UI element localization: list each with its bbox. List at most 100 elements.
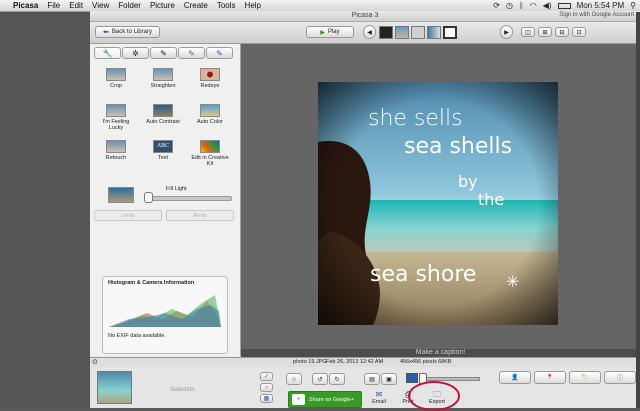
edit-panel: 🔧 ✲ ✎ ✎ ✎ Crop Straighten Redeye I'm Fee… [90,44,241,356]
hold-button[interactable]: ✓ [260,372,273,381]
tab-effects-3[interactable]: ✎ [206,47,233,59]
rotate-right-button[interactable]: ↻ [329,373,345,385]
spotlight-icon[interactable]: ⚲ [630,1,636,10]
zoom-small-icon [406,373,418,383]
retouch-tool[interactable]: Retouch [96,140,136,161]
menu-picture[interactable]: Picture [150,1,175,10]
share-label: Share on Google+ [309,396,354,403]
wrench-icon: 🔧 [102,48,113,58]
filmstrip-thumb-1[interactable] [379,26,393,39]
window-title: Picasa 3 [351,12,379,19]
feeling-lucky-icon [106,104,126,117]
fill-light-thumb [108,187,134,203]
frames-button[interactable]: ▣ [381,373,397,385]
email-button[interactable]: ✉ Email [368,391,390,406]
tab-effects[interactable]: ✎ [150,47,177,59]
menu-help[interactable]: Help [245,1,261,10]
pencil-green-icon: ✎ [188,48,195,58]
brush-icon: ✎ [160,48,167,58]
undo-button[interactable]: Undo [94,210,162,221]
crop-tool[interactable]: Crop [96,68,136,89]
desktop-background [0,12,90,408]
menu-view[interactable]: View [92,1,109,10]
straighten-icon [153,68,173,81]
tab-basic-fixes[interactable]: 🔧 [94,47,121,59]
title-bar: Picasa 3 Sign in with Google Account [90,11,640,22]
star-button[interactable]: ☆ [286,373,302,385]
bluetooth-icon[interactable]: ᛒ [519,1,524,10]
photo-tray: Selection ✓ ○ ▦ ☆ ↺ ↻ ▤ ▣ 👤 📍 🏷 ⓘ + Shar… [90,367,640,411]
properties-button[interactable]: ⓘ [604,371,636,384]
rotate-left-button[interactable]: ↺ [312,373,328,385]
redeye-label: Redeye [200,83,220,89]
view-compare-button[interactable]: ⊞ [538,27,552,37]
info-filename: photo 19.JPG [293,359,327,365]
sign-in-link[interactable]: Sign in with Google Account [559,12,634,18]
tab-tuning[interactable]: ✲ [122,47,149,59]
redo-button[interactable]: Redo [166,210,234,221]
info-toggle-icon[interactable]: ⊙ [92,358,98,366]
battery-icon[interactable] [557,2,571,9]
filmstrip-thumb-4[interactable] [427,26,441,39]
back-to-library-button[interactable]: ⬅ Back to Library [95,26,160,38]
previous-photo-button[interactable]: ◀ [363,25,376,39]
text-abc-icon: ABC [153,140,173,153]
retouch-label: Retouch [105,155,127,161]
fill-light-slider-track[interactable] [145,196,232,201]
info-size: 68KB [438,359,452,365]
view-zoom-button[interactable]: ⊡ [572,27,586,37]
wifi-icon[interactable]: ◠ [530,1,537,10]
play-label: Play [327,29,340,35]
back-to-library-label: Back to Library [111,29,152,35]
text-tool[interactable]: ABC Text [143,140,183,161]
filmstrip-thumb-3[interactable] [411,26,425,39]
exif-text: No EXIF data available. [108,333,166,339]
creative-kit-label: Edit in Creative Kit [191,155,229,167]
play-icon: ▶ [320,29,325,36]
sun-icon: ✲ [132,48,139,58]
menu-folder[interactable]: Folder [118,1,141,10]
fill-light-label: Fill Light [166,186,187,192]
album-button[interactable]: ▦ [260,394,273,403]
straighten-tool[interactable]: Straighten [143,68,183,89]
view-split-button[interactable]: ⊟ [555,27,569,37]
film-button[interactable]: ▤ [364,373,380,385]
share-google-plus-button[interactable]: + Share on Google+ [288,391,362,408]
places-button[interactable]: 📍 [534,371,566,384]
photo-text-line4: the [478,190,505,209]
view-single-button[interactable]: ◫ [521,27,535,37]
tab-effects-2[interactable]: ✎ [178,47,205,59]
sync-icon[interactable]: ⟳ [493,1,500,10]
filmstrip-thumb-5[interactable] [443,26,457,39]
menu-app-name[interactable]: Picasa [13,1,38,10]
menu-edit[interactable]: Edit [69,1,83,10]
histogram-chart [109,295,221,327]
menu-create[interactable]: Create [184,1,208,10]
menu-clock[interactable]: Mon 5:54 PM [577,1,625,10]
tags-button[interactable]: 🏷 [569,371,601,384]
redeye-tool[interactable]: Redeye [190,68,230,89]
tray-thumbnail[interactable] [97,371,132,404]
camera-plus-icon: + [292,394,305,405]
volume-icon[interactable]: ◀) [543,1,552,10]
play-button[interactable]: ▶ Play [306,26,354,38]
email-label: Email [372,399,386,405]
photo-text-line5: sea shore [370,262,477,287]
timemachine-icon[interactable]: ◷ [506,1,513,10]
creative-kit-tool[interactable]: Edit in Creative Kit [190,140,230,167]
people-button[interactable]: 👤 [499,371,531,384]
auto-contrast-icon [153,104,173,117]
auto-contrast-tool[interactable]: Auto Contrast [143,104,183,125]
caption-field[interactable]: Make a caption! [241,349,640,357]
menu-file[interactable]: File [47,1,60,10]
clear-selection-button[interactable]: ○ [260,383,273,392]
next-photo-button[interactable]: ▶ [500,25,513,39]
fill-light-slider-handle[interactable] [144,192,153,203]
menu-tools[interactable]: Tools [217,1,236,10]
feeling-lucky-tool[interactable]: I'm Feeling Lucky [96,104,136,131]
filmstrip-thumb-2[interactable] [395,26,409,39]
pencil-blue-icon: ✎ [216,48,223,58]
info-date: Feb 26, 2013 12:42 AM [326,359,384,365]
photo-text-line2: sea shells [404,134,513,159]
auto-color-tool[interactable]: Auto Color [190,104,230,125]
